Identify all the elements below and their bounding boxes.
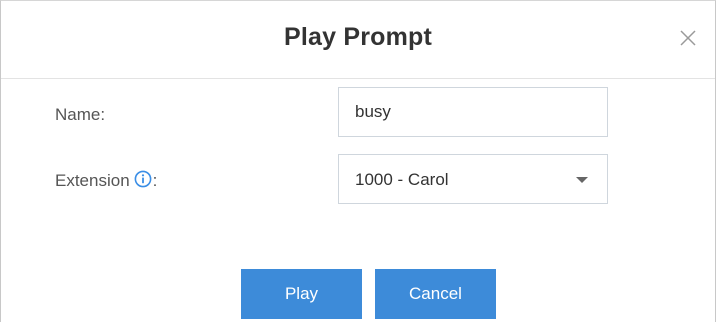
- play-prompt-dialog: Play Prompt Name: Extension : 1000 - Car…: [0, 0, 716, 322]
- name-label-text: Name:: [55, 105, 106, 124]
- dialog-title: Play Prompt: [283, 23, 433, 51]
- extension-label-text: Extension: [55, 171, 130, 190]
- extension-select-value: 1000 - Carol: [355, 170, 449, 189]
- cancel-button[interactable]: Cancel: [375, 269, 496, 319]
- close-icon[interactable]: [677, 27, 699, 49]
- extension-label: Extension :: [55, 170, 158, 191]
- name-label: Name:: [55, 105, 105, 125]
- extension-select[interactable]: 1000 - Carol: [338, 154, 608, 204]
- play-button[interactable]: Play: [241, 269, 362, 319]
- dialog-header: Play Prompt: [1, 1, 715, 79]
- extension-label-suffix: :: [152, 171, 158, 190]
- chevron-down-icon: [576, 177, 588, 183]
- info-icon[interactable]: [134, 170, 152, 188]
- name-input[interactable]: [338, 87, 608, 137]
